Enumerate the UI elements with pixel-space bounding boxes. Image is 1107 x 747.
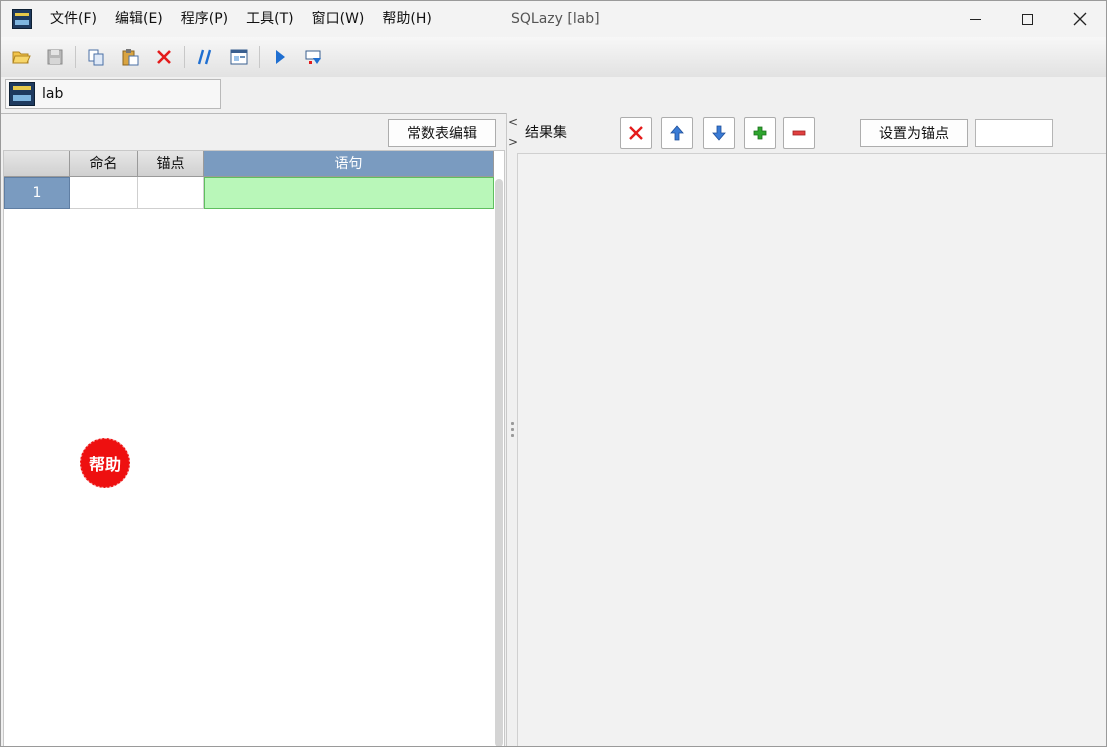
- result-set-area[interactable]: [517, 153, 1106, 746]
- open-folder-icon: [12, 51, 31, 64]
- save-button[interactable]: [41, 43, 69, 71]
- result-pane: 结果集 设置为锚点: [517, 113, 1106, 746]
- splitter-grip-icon: [511, 422, 514, 425]
- paste-icon: [122, 49, 139, 66]
- menu-bar: 文件(F) 编辑(E) 程序(P) 工具(T) 窗口(W) 帮助(H): [41, 1, 441, 37]
- move-up-button[interactable]: [661, 117, 693, 149]
- maximize-icon: [1021, 13, 1033, 25]
- add-button[interactable]: [744, 117, 776, 149]
- menu-file[interactable]: 文件(F): [41, 1, 106, 37]
- run-button[interactable]: [266, 43, 294, 71]
- delete-icon: [157, 50, 171, 64]
- set-as-anchor-button[interactable]: 设置为锚点: [860, 119, 968, 147]
- column-header-name[interactable]: 命名: [70, 151, 138, 177]
- copy-button[interactable]: [82, 43, 110, 71]
- minus-icon: [792, 130, 806, 136]
- corner-header[interactable]: [4, 151, 70, 177]
- window-title: SQLazy [lab]: [511, 11, 600, 27]
- clear-result-button[interactable]: [620, 117, 652, 149]
- copy-icon: [88, 49, 104, 66]
- document-icon: [9, 82, 35, 106]
- result-set-label: 结果集: [525, 125, 567, 141]
- comment-button[interactable]: [191, 43, 219, 71]
- app-logo-icon: [12, 9, 32, 29]
- window-icon: [230, 49, 248, 65]
- splitter-grip-icon: [511, 428, 514, 431]
- table-row[interactable]: 1: [4, 177, 494, 209]
- cell-anchor[interactable]: [138, 177, 204, 209]
- paste-button[interactable]: [116, 43, 144, 71]
- tab-label: lab: [42, 86, 64, 102]
- column-header-statement[interactable]: 语句: [204, 151, 494, 177]
- delete-button[interactable]: [150, 43, 178, 71]
- statement-pane: 常数表编辑 命名 锚点 语句 1 帮助: [1, 113, 506, 746]
- menu-window[interactable]: 窗口(W): [303, 1, 374, 37]
- tab-lab[interactable]: lab: [5, 79, 221, 109]
- run-icon: [276, 50, 285, 64]
- toolbar: [1, 37, 1106, 77]
- menu-program[interactable]: 程序(P): [172, 1, 237, 37]
- menu-help[interactable]: 帮助(H): [373, 1, 440, 37]
- title-bar: 文件(F) 编辑(E) 程序(P) 工具(T) 窗口(W) 帮助(H) SQLa…: [1, 1, 1106, 37]
- cell-name[interactable]: [70, 177, 138, 209]
- comment-icon: [197, 49, 212, 65]
- minimize-icon: [969, 18, 981, 20]
- help-badge[interactable]: 帮助: [79, 437, 131, 489]
- remove-button[interactable]: [783, 117, 815, 149]
- maximize-button[interactable]: [1001, 1, 1053, 37]
- run-to-button[interactable]: [300, 43, 328, 71]
- run-to-icon: [305, 50, 321, 64]
- app-window: 文件(F) 编辑(E) 程序(P) 工具(T) 窗口(W) 帮助(H) SQLa…: [0, 0, 1107, 747]
- column-header-anchor[interactable]: 锚点: [138, 151, 204, 177]
- toolbar-separator: [184, 46, 185, 68]
- window-button[interactable]: [225, 43, 253, 71]
- splitter-grip-icon: [511, 434, 514, 437]
- document-tab-bar: lab: [1, 77, 1106, 113]
- move-down-button[interactable]: [703, 117, 735, 149]
- arrow-up-icon: [670, 125, 684, 141]
- close-window-button[interactable]: [1054, 1, 1106, 37]
- statement-grid: 命名 锚点 语句 1 帮助: [3, 150, 505, 746]
- menu-tools[interactable]: 工具(T): [237, 1, 302, 37]
- open-button[interactable]: [7, 43, 35, 71]
- toolbar-separator: [259, 46, 260, 68]
- delete-icon: [629, 126, 643, 140]
- grid-header: 命名 锚点 语句: [4, 151, 494, 177]
- vertical-scrollbar[interactable]: [495, 179, 503, 746]
- close-icon: [1073, 12, 1087, 26]
- cell-statement[interactable]: [204, 177, 494, 209]
- toolbar-separator: [75, 46, 76, 68]
- minimize-button[interactable]: [949, 1, 1001, 37]
- constant-table-edit-button[interactable]: 常数表编辑: [388, 119, 496, 147]
- save-icon: [47, 49, 63, 65]
- anchor-input[interactable]: [975, 119, 1053, 147]
- pane-splitter[interactable]: < >: [506, 113, 518, 746]
- plus-icon: [753, 126, 767, 140]
- menu-edit[interactable]: 编辑(E): [106, 1, 172, 37]
- row-number[interactable]: 1: [4, 177, 70, 209]
- arrow-down-icon: [712, 125, 726, 141]
